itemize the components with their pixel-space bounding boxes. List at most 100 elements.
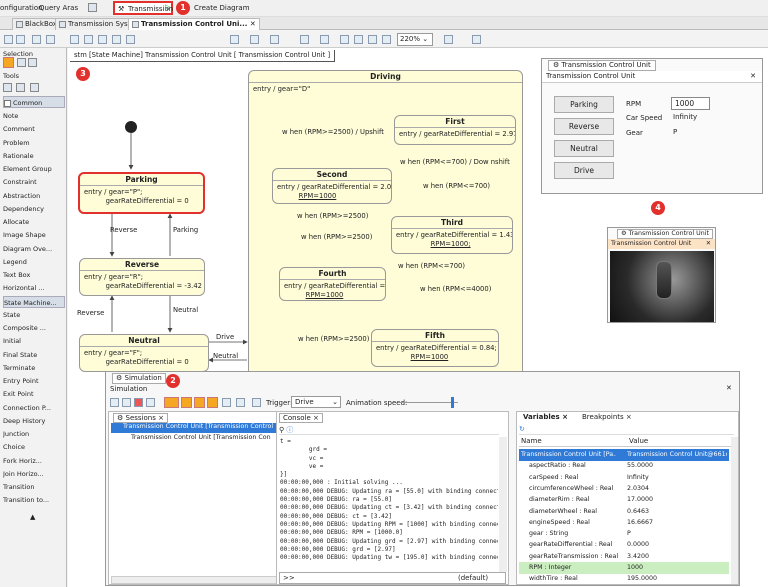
console-line: t =: [280, 438, 291, 445]
state-body: entry / gear="F"; gearRateDifferential =…: [84, 349, 189, 366]
transition-label: w hen (RPM<=4000): [420, 285, 492, 293]
variables-tab[interactable]: Variables ×: [523, 413, 568, 423]
ui-panel-window: ⚙ Transmission Control Unit Transmission…: [541, 58, 763, 194]
neutral-button[interactable]: Neutral: [554, 140, 614, 157]
state-second[interactable]: Second entry / gearRateDifferential = 2.…: [272, 168, 392, 204]
state-body: entry / gearRateDifferential = 0.84; RPM…: [376, 344, 497, 361]
ui-panel-tab[interactable]: ⚙ Transmission Control Unit: [548, 60, 656, 71]
table-row[interactable]: RPM : Integer 1000: [519, 562, 729, 574]
refresh-icon[interactable]: ↻: [519, 425, 525, 433]
state-name: Fifth: [372, 330, 498, 342]
transition-label: w hen (RPM>=2500): [297, 212, 369, 220]
link-icon[interactable]: ⚲: [279, 426, 284, 434]
sessions-tab[interactable]: ⚙ Sessions ×: [113, 413, 168, 423]
console-input[interactable]: >> (default): [279, 572, 506, 584]
console-line: 00:00:00,000 DEBUG: Updating ra = [55.0]…: [280, 487, 498, 495]
var-name: diameterRim : Real: [529, 496, 590, 504]
table-row[interactable]: engineSpeed : Real 16.6667: [519, 517, 729, 529]
tool-icon[interactable]: [110, 398, 119, 407]
table-row[interactable]: Transmission Control Unit [Pa... Transmis…: [519, 449, 729, 461]
session-child[interactable]: Transmission Control Unit [Transmission …: [131, 434, 277, 444]
reverse-button[interactable]: Reverse: [554, 118, 614, 135]
breakpoints-tab[interactable]: Breakpoints ×: [582, 413, 632, 423]
var-value: Infinity: [627, 473, 649, 481]
image-panel-tab[interactable]: ⚙ Transmission Control Unit: [617, 229, 713, 239]
animation-speed-label: Animation speed:: [346, 399, 408, 407]
console-scrollbar[interactable]: [499, 437, 507, 572]
tool-icon[interactable]: [146, 398, 155, 407]
drive-button[interactable]: Drive: [554, 162, 614, 179]
variables-table: Transmission Control Unit [Pa... Transmis…: [519, 449, 729, 584]
gear-icon[interactable]: [181, 397, 192, 408]
var-name: carSpeed : Real: [529, 473, 579, 481]
transition-label: w hen (RPM>=2500): [301, 233, 373, 241]
info-icon[interactable]: ⓘ: [286, 426, 293, 434]
session-root[interactable]: Transmission Control Unit [Transmission …: [111, 423, 277, 433]
state-fourth[interactable]: Fourth entry / gearRateDifferential = 1;…: [279, 267, 386, 301]
console-tab[interactable]: Console ×: [279, 413, 323, 423]
simulation-window: ⚙ Simulation 2 Simulation ✕ Trigger: Dri…: [105, 371, 740, 586]
tool-icon[interactable]: [207, 397, 218, 408]
table-row[interactable]: diameterWheel : Real 0.6463: [519, 506, 729, 518]
gear-icon: ⚙: [553, 61, 560, 69]
close-icon[interactable]: ✕: [750, 72, 756, 80]
state-entry: entry / gear="D": [253, 85, 311, 93]
table-row[interactable]: widthTire : Real 195.0000: [519, 573, 729, 585]
tool-icon[interactable]: [194, 397, 205, 408]
trigger-select[interactable]: Drive ⌄: [291, 396, 341, 408]
animation-speed-slider[interactable]: [398, 402, 458, 403]
table-row[interactable]: gearRateTransmission : Real 3.4200: [519, 551, 729, 563]
state-body: entry / gearRateDifferential = 2.07; RPM…: [277, 183, 392, 200]
console-line: }]: [280, 471, 288, 479]
trigger-label: Trigger:: [266, 399, 293, 407]
transition-label: Drive: [216, 333, 235, 341]
variables-scrollbar[interactable]: [731, 437, 738, 584]
state-third[interactable]: Third entry / gearRateDifferential = 1.4…: [391, 216, 513, 254]
tool-icon[interactable]: [236, 398, 245, 407]
animation-speed-handle[interactable]: [451, 397, 454, 408]
parking-button[interactable]: Parking: [554, 96, 614, 113]
var-value: 0.6463: [627, 507, 650, 515]
sessions-scrollbar[interactable]: [111, 576, 277, 584]
var-value: 17.0000: [627, 496, 654, 504]
state-fifth[interactable]: Fifth entry / gearRateDifferential = 0.8…: [371, 329, 499, 367]
console-line: 00:00:00,000 DEBUG: ra = [55.0]: [280, 496, 392, 504]
table-row[interactable]: gear : String P: [519, 528, 729, 540]
col-name: Name: [521, 437, 542, 445]
transition-label: Parking: [173, 226, 199, 234]
console-context-select[interactable]: (default): [458, 574, 488, 582]
state-name: Second: [273, 169, 391, 181]
transition-label: w hen (RPM<=700): [423, 182, 491, 190]
tool-icon[interactable]: [252, 398, 261, 407]
gear-icon: ⚙: [116, 374, 123, 382]
var-name: RPM : Integer: [529, 564, 572, 571]
table-row[interactable]: diameterRim : Real 17.0000: [519, 494, 729, 506]
stop-icon[interactable]: [134, 398, 143, 407]
variables-toolbar: ↻: [519, 425, 734, 435]
table-row[interactable]: gearRateDifferential : Real 0.0000: [519, 539, 729, 551]
state-first[interactable]: First entry / gearRateDifferential = 2.9…: [394, 115, 516, 145]
state-neutral[interactable]: Neutral entry / gear="F"; gearRateDiffer…: [79, 334, 209, 372]
rpm-field[interactable]: 1000: [671, 97, 710, 110]
state-reverse[interactable]: Reverse entry / gear="R"; gearRateDiffer…: [79, 258, 205, 296]
var-value: P: [627, 530, 631, 538]
state-body: entry / gear="R"; gearRateDifferential =…: [84, 273, 202, 290]
transition-label: Neutral: [213, 352, 239, 360]
tool-icon[interactable]: [122, 398, 131, 407]
tool-icon[interactable]: [222, 398, 231, 407]
state-parking[interactable]: Parking entry / gear="P"; gearRateDiffer…: [78, 172, 205, 214]
table-row[interactable]: circumferenceWheel : Real 2.0304: [519, 483, 729, 495]
state-name: Parking: [80, 174, 203, 186]
table-row[interactable]: aspectRatio : Real 55.0000: [519, 460, 729, 472]
table-row[interactable]: carSpeed : Real Infinity: [519, 472, 729, 484]
var-value: 1000: [627, 564, 644, 571]
var-value: 3.4200: [627, 552, 650, 560]
close-icon[interactable]: ✕: [726, 384, 732, 392]
close-icon[interactable]: ✕: [706, 240, 711, 247]
var-name: diameterWheel : Real: [529, 507, 597, 515]
gear-shifter-image: [610, 251, 714, 322]
gear-icon: ⚙: [621, 230, 627, 237]
gear-label: Gear: [626, 129, 643, 137]
step-icon[interactable]: [164, 397, 179, 408]
simulation-tab[interactable]: ⚙ Simulation: [112, 373, 166, 384]
